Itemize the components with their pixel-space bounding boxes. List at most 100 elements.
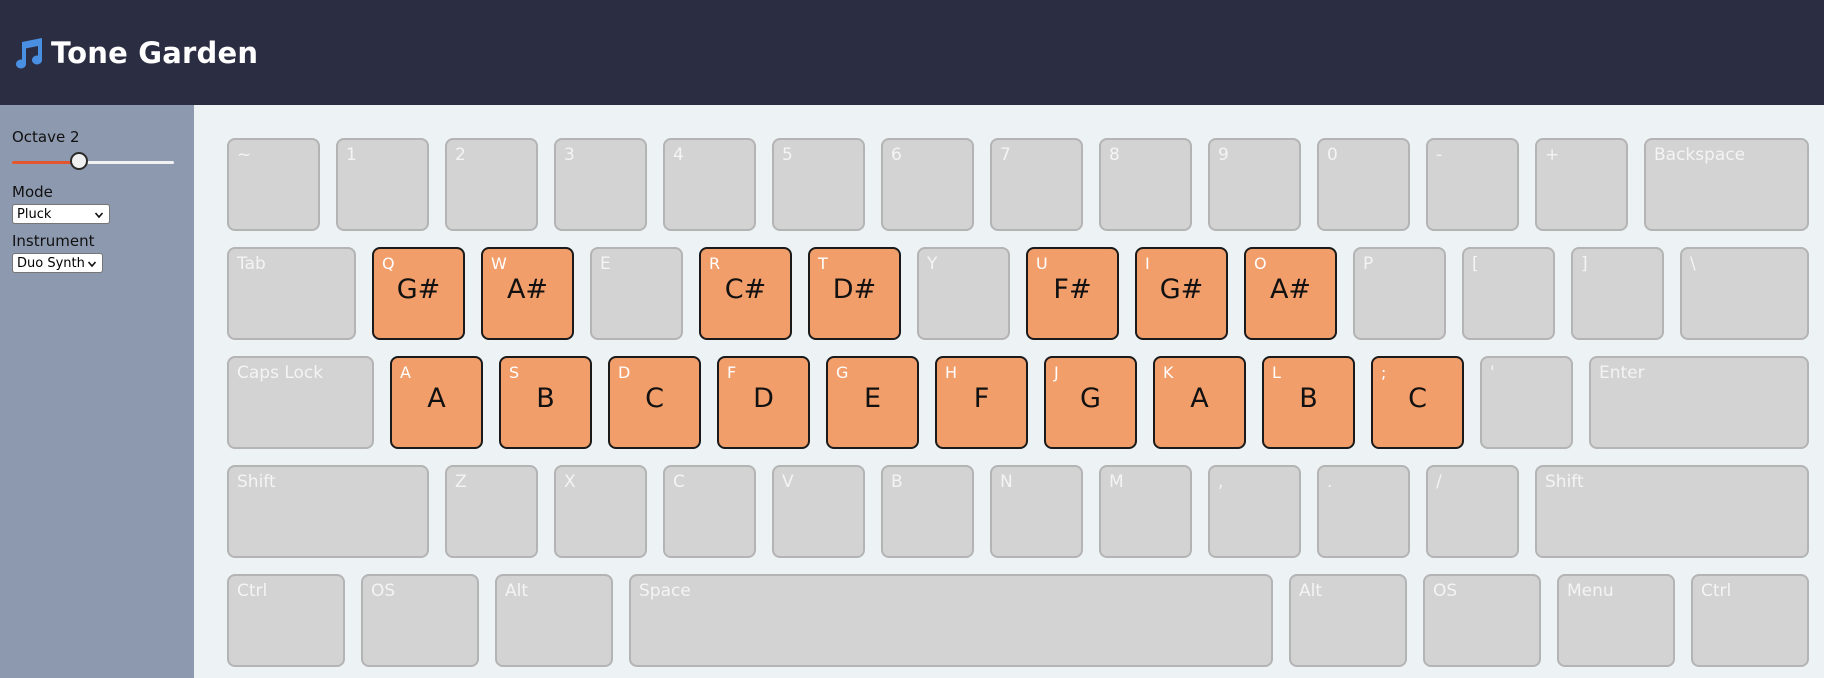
key-label: OS — [371, 581, 396, 601]
note-key-i[interactable]: I G# — [1135, 247, 1228, 340]
note-label: A# — [506, 274, 549, 305]
key-os[interactable]: OS — [361, 574, 479, 667]
keyboard-area: ~1 2 3 4 5 6 7 8 9 0- + Backspace Tab Q G# W A# E R C# T D# Y U… — [194, 105, 1824, 678]
key-symbol[interactable]: ~ — [227, 138, 320, 231]
key-8[interactable]: 8 — [1099, 138, 1192, 231]
key-9[interactable]: 9 — [1208, 138, 1301, 231]
key-0[interactable]: 0 — [1317, 138, 1410, 231]
key-label: , — [1218, 472, 1224, 492]
key-p[interactable]: P — [1353, 247, 1446, 340]
key-caps-lock[interactable]: Caps Lock — [227, 356, 374, 449]
note-key-l[interactable]: LB — [1262, 356, 1355, 449]
key-label: V — [782, 472, 794, 492]
key-ctrl[interactable]: Ctrl — [227, 574, 345, 667]
key-tab[interactable]: Tab — [227, 247, 356, 340]
key-label: C — [673, 472, 685, 492]
key-1[interactable]: 1 — [336, 138, 429, 231]
note-key-d[interactable]: DC — [608, 356, 701, 449]
key-label: ' — [1490, 363, 1495, 383]
note-key-j[interactable]: JG — [1044, 356, 1137, 449]
key-y[interactable]: Y — [917, 247, 1010, 340]
key-label: F — [727, 363, 737, 382]
key-6[interactable]: 6 — [881, 138, 974, 231]
key-label: 4 — [673, 145, 684, 165]
key-symbol[interactable]: + — [1535, 138, 1628, 231]
key-menu[interactable]: Menu — [1557, 574, 1675, 667]
key-5[interactable]: 5 — [772, 138, 865, 231]
key-symbol[interactable]: , — [1208, 465, 1301, 558]
key-symbol[interactable]: ] — [1571, 247, 1664, 340]
note-key-q[interactable]: Q G# — [372, 247, 465, 340]
mode-select[interactable]: Pluck — [12, 204, 110, 224]
note-label: A# — [1269, 274, 1312, 305]
logo: Tone Garden — [11, 36, 258, 70]
note-key-w[interactable]: W A# — [481, 247, 574, 340]
octave-label: Octave 2 — [12, 128, 80, 146]
key-label: Tab — [237, 254, 266, 274]
key-2[interactable]: 2 — [445, 138, 538, 231]
key-label: G — [836, 363, 849, 382]
note-label: D# — [832, 274, 877, 305]
key-x[interactable]: X — [554, 465, 647, 558]
key-label: ] — [1581, 254, 1588, 274]
note-key-f[interactable]: FD — [717, 356, 810, 449]
key-label: I — [1145, 254, 1150, 273]
key-enter[interactable]: Enter — [1589, 356, 1809, 449]
key-label: 2 — [455, 145, 466, 165]
note-label: G# — [1159, 274, 1204, 305]
key-symbol[interactable]: [ — [1462, 247, 1555, 340]
key-alt[interactable]: Alt — [495, 574, 613, 667]
key-b[interactable]: B — [881, 465, 974, 558]
note-key-o[interactable]: O A# — [1244, 247, 1337, 340]
key-symbol[interactable]: . — [1317, 465, 1410, 558]
note-key-a[interactable]: AA — [390, 356, 483, 449]
note-key-r[interactable]: R C# — [699, 247, 792, 340]
key-v[interactable]: V — [772, 465, 865, 558]
key-label: Ctrl — [237, 581, 268, 601]
octave-slider-thumb[interactable] — [69, 152, 88, 170]
octave-slider-fill — [12, 161, 79, 164]
key-ctrl[interactable]: Ctrl — [1691, 574, 1809, 667]
key-label: S — [509, 363, 520, 382]
note-key-h[interactable]: HF — [935, 356, 1028, 449]
key-label: 8 — [1109, 145, 1120, 165]
key-label: 9 — [1218, 145, 1229, 165]
key-symbol[interactable]: - — [1426, 138, 1519, 231]
key-7[interactable]: 7 — [990, 138, 1083, 231]
key-symbol[interactable]: / — [1426, 465, 1519, 558]
octave-slider[interactable] — [12, 149, 174, 175]
key-4[interactable]: 4 — [663, 138, 756, 231]
key-label: O — [1254, 254, 1267, 273]
key-label: E — [600, 254, 611, 274]
note-label: A — [1190, 383, 1209, 414]
key-m[interactable]: M — [1099, 465, 1192, 558]
key-3[interactable]: 3 — [554, 138, 647, 231]
sidebar: Octave 2 Mode Pluck Instrument Duo Synth — [0, 105, 194, 678]
note-key-symbol[interactable]: ; C — [1371, 356, 1464, 449]
note-key-t[interactable]: T D# — [808, 247, 901, 340]
key-label: Z — [455, 472, 467, 492]
key-label: Caps Lock — [237, 363, 324, 383]
key-shift[interactable]: Shift — [227, 465, 429, 558]
note-label: E — [863, 383, 882, 414]
key-label: 6 — [891, 145, 902, 165]
key-label: 7 — [1000, 145, 1011, 165]
key-space[interactable]: Space — [629, 574, 1273, 667]
instrument-select[interactable]: Duo Synth — [12, 253, 103, 273]
key-symbol[interactable]: \ — [1680, 247, 1809, 340]
key-shift[interactable]: Shift — [1535, 465, 1809, 558]
note-key-u[interactable]: U F# — [1026, 247, 1119, 340]
key-os[interactable]: OS — [1423, 574, 1541, 667]
note-label: F# — [1053, 274, 1092, 305]
note-key-s[interactable]: SB — [499, 356, 592, 449]
note-key-k[interactable]: KA — [1153, 356, 1246, 449]
key-e[interactable]: E — [590, 247, 683, 340]
key-alt[interactable]: Alt — [1289, 574, 1407, 667]
key-symbol[interactable]: ' — [1480, 356, 1573, 449]
key-z[interactable]: Z — [445, 465, 538, 558]
key-n[interactable]: N — [990, 465, 1083, 558]
key-c[interactable]: C — [663, 465, 756, 558]
key-backspace[interactable]: Backspace — [1644, 138, 1809, 231]
key-label: T — [818, 254, 828, 273]
note-key-g[interactable]: GE — [826, 356, 919, 449]
